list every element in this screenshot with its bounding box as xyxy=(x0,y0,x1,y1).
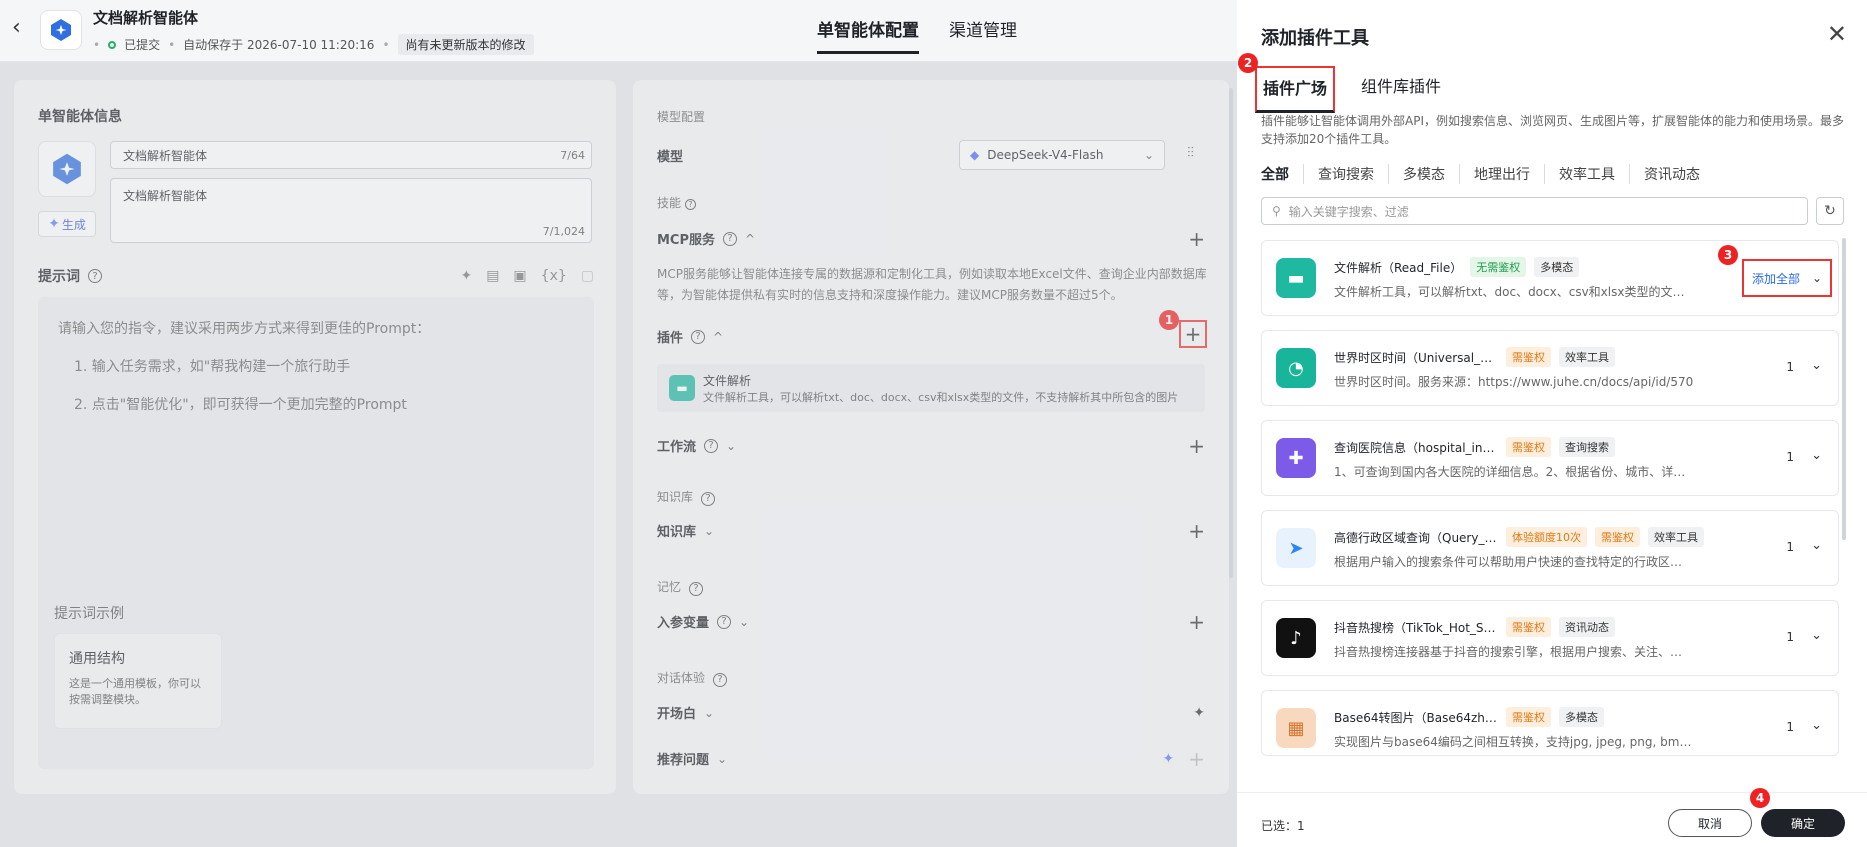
plugin-card-world-time[interactable]: ◔ 世界时区时间（Universal_Zone_Time） 需鉴权 效率工具 世… xyxy=(1261,330,1839,406)
plugin-tag: 需鉴权 xyxy=(1506,617,1551,637)
unpublished-badge: 尚有未更新版本的修改 xyxy=(397,34,534,55)
plugin-tag: 多模态 xyxy=(1534,257,1580,277)
globe-clock-icon: ◔ xyxy=(1276,348,1316,388)
drawer-hint: 插件能够让智能体调用外部API，例如搜索信息、浏览网页、生成图片等，扩展智能体的… xyxy=(1261,114,1844,146)
plugin-tag: 需鉴权 xyxy=(1506,347,1551,367)
plugin-tag: 资讯动态 xyxy=(1559,617,1615,637)
category-travel[interactable]: 地理出行 xyxy=(1459,164,1544,184)
plugin-tag: 多模态 xyxy=(1559,707,1604,727)
search-icon: ⚲ xyxy=(1272,204,1281,218)
category-multimodal[interactable]: 多模态 xyxy=(1388,164,1459,184)
plugin-card-amap-district[interactable]: ➤ 高德行政区域查询（Query_District） 体验额度10次 需鉴权 效… xyxy=(1261,510,1839,586)
plugin-tag: 需鉴权 xyxy=(1595,527,1640,547)
modal-overlay xyxy=(0,62,1237,847)
plugin-tag: 需鉴权 xyxy=(1506,437,1551,457)
plugin-card-hospital[interactable]: ✚ 查询医院信息（hospital_info） 需鉴权 查询搜索 1、可查询到国… xyxy=(1261,420,1839,496)
category-all[interactable]: 全部 xyxy=(1261,164,1303,184)
chevron-down-icon[interactable]: ⌄ xyxy=(1811,718,1822,733)
tool-count: 1 xyxy=(1786,540,1794,554)
plugin-desc: 实现图片与base64编码之间相互转换，支持jpg, jpeg, png, bm… xyxy=(1334,735,1694,749)
tool-count: 1 xyxy=(1786,450,1794,464)
drawer-footer: 已选：1 取消 确定 4 xyxy=(1237,788,1867,847)
tab-agent-config[interactable]: 单智能体配置 xyxy=(817,16,919,54)
tab-plugin-market[interactable]: 插件广场 xyxy=(1255,66,1336,113)
plugin-name: 高德行政区域查询（Query_District） xyxy=(1334,530,1498,545)
tool-count: 1 xyxy=(1786,720,1794,734)
chevron-down-icon[interactable]: ⌄ xyxy=(1811,448,1822,463)
autosave-text: 自动保存于 2026-07-10 11:20:16 xyxy=(183,38,375,52)
plugin-tag: 查询搜索 xyxy=(1559,437,1615,457)
chevron-down-icon: ⌄ xyxy=(1811,271,1823,285)
plugin-card-base64[interactable]: ▦ Base64转图片（Base64zhuantupian） 需鉴权 多模态 实… xyxy=(1261,690,1839,756)
plugin-card-tiktok[interactable]: ♪ 抖音热搜榜（TikTok_Hot_Search） 需鉴权 资讯动态 抖音热搜… xyxy=(1261,600,1839,676)
agent-avatar xyxy=(40,10,82,50)
chevron-left-icon[interactable]: ‹ xyxy=(12,17,32,40)
plugin-header: 文件解析（Read_File） 无需鉴权 多模态 xyxy=(1334,257,1580,277)
category-productivity[interactable]: 效率工具 xyxy=(1544,164,1629,184)
plugin-tag: 需鉴权 xyxy=(1506,707,1551,727)
plugin-header: Base64转图片（Base64zhuantupian） 需鉴权 多模态 xyxy=(1334,707,1604,727)
tool-count: 1 xyxy=(1786,360,1794,374)
chevron-down-icon[interactable]: ⌄ xyxy=(1811,538,1822,553)
plugin-name: 文件解析（Read_File） xyxy=(1334,260,1463,275)
paper-plane-icon: ➤ xyxy=(1276,528,1316,568)
main-tabs: 单智能体配置 渠道管理 xyxy=(817,16,1017,54)
chevron-down-icon[interactable]: ⌄ xyxy=(1811,358,1822,373)
app-title: 文档解析智能体 xyxy=(93,9,199,27)
drawer-title: 添加插件工具 xyxy=(1261,28,1369,49)
plugin-search-input[interactable]: ⚲ 输入关键字搜索、过滤 xyxy=(1261,197,1808,225)
annotation-badge-4: 4 xyxy=(1750,788,1770,808)
plugin-name: 查询医院信息（hospital_info） xyxy=(1334,440,1498,455)
image-icon: ▦ xyxy=(1276,708,1316,748)
annotation-badge-2: 2 xyxy=(1238,53,1258,73)
plugin-header: 世界时区时间（Universal_Zone_Time） 需鉴权 效率工具 xyxy=(1334,347,1615,367)
plugin-name: Base64转图片（Base64zhuantupian） xyxy=(1334,710,1498,725)
chevron-down-icon[interactable]: ⌄ xyxy=(1811,628,1822,643)
cancel-button[interactable]: 取消 xyxy=(1668,809,1752,837)
plugin-list-scrollbar[interactable] xyxy=(1842,238,1846,540)
plugin-desc: 抖音热搜榜连接器基于抖音的搜索引擎，根据用户搜索、关注、浏览等行为生成热搜 xyxy=(1334,645,1694,659)
tab-channel-management[interactable]: 渠道管理 xyxy=(949,16,1017,54)
folder-icon: ▬ xyxy=(1276,258,1316,298)
search-placeholder: 输入关键字搜索、过滤 xyxy=(1288,204,1409,219)
tiktok-icon: ♪ xyxy=(1276,618,1316,658)
plugin-desc: 根据用户输入的搜索条件可以帮助用户快速的查找特定的行政区域信息 xyxy=(1334,555,1694,569)
plugin-name: 抖音热搜榜（TikTok_Hot_Search） xyxy=(1334,620,1498,635)
add-all-button[interactable]: 添加全部 ⌄ xyxy=(1742,259,1832,297)
status-dot-icon xyxy=(108,40,117,49)
plugin-header: 查询医院信息（hospital_info） 需鉴权 查询搜索 xyxy=(1334,437,1615,457)
status-text: 已提交 xyxy=(124,38,161,52)
app-status: • 已提交 • 自动保存于 2026-07-10 11:20:16 • 尚有未更… xyxy=(93,34,534,55)
plugin-desc: 1、可查询到国内各大医院的详细信息。2、根据省份、城市、详细地址等信息查询 xyxy=(1334,465,1694,479)
plugin-desc: 世界时区时间。服务来源：https://www.juhe.cn/docs/api… xyxy=(1334,375,1694,389)
drawer-tabs: 插件广场 组件库插件 xyxy=(1255,66,1447,113)
category-search[interactable]: 查询搜索 xyxy=(1303,164,1388,184)
puzzle-icon: ✚ xyxy=(1276,438,1316,478)
plugin-card-read-file[interactable]: ▬ 文件解析（Read_File） 无需鉴权 多模态 文件解析工具，可以解析tx… xyxy=(1261,240,1839,316)
category-filters: 全部 查询搜索 多模态 地理出行 效率工具 资讯动态 xyxy=(1261,164,1714,184)
refresh-button[interactable]: ↻ xyxy=(1816,197,1844,225)
plugin-desc: 文件解析工具，可以解析txt、doc、docx、csv和xlsx类型的文件，不支… xyxy=(1334,285,1694,299)
close-icon[interactable]: ✕ xyxy=(1827,22,1847,46)
plugin-name: 世界时区时间（Universal_Zone_Time） xyxy=(1334,350,1498,365)
tool-count: 1 xyxy=(1786,630,1794,644)
plugin-header: 高德行政区域查询（Query_District） 体验额度10次 需鉴权 效率工… xyxy=(1334,527,1704,547)
selected-count: 已选：1 xyxy=(1261,819,1305,833)
plugin-tag: 效率工具 xyxy=(1648,527,1704,547)
tab-component-plugins[interactable]: 组件库插件 xyxy=(1355,66,1447,113)
plugin-header: 抖音热搜榜（TikTok_Hot_Search） 需鉴权 资讯动态 xyxy=(1334,617,1615,637)
plugin-tag: 效率工具 xyxy=(1559,347,1615,367)
add-all-label: 添加全部 xyxy=(1751,271,1800,286)
category-news[interactable]: 资讯动态 xyxy=(1629,164,1714,184)
confirm-button[interactable]: 确定 xyxy=(1761,809,1845,837)
add-plugin-drawer: 添加插件工具 ✕ 插件广场 组件库插件 2 插件能够让智能体调用外部API，例如… xyxy=(1237,0,1867,847)
plugin-tag: 无需鉴权 xyxy=(1470,257,1527,277)
plugin-tag: 体验额度10次 xyxy=(1506,527,1587,547)
annotation-badge-3: 3 xyxy=(1718,245,1738,265)
